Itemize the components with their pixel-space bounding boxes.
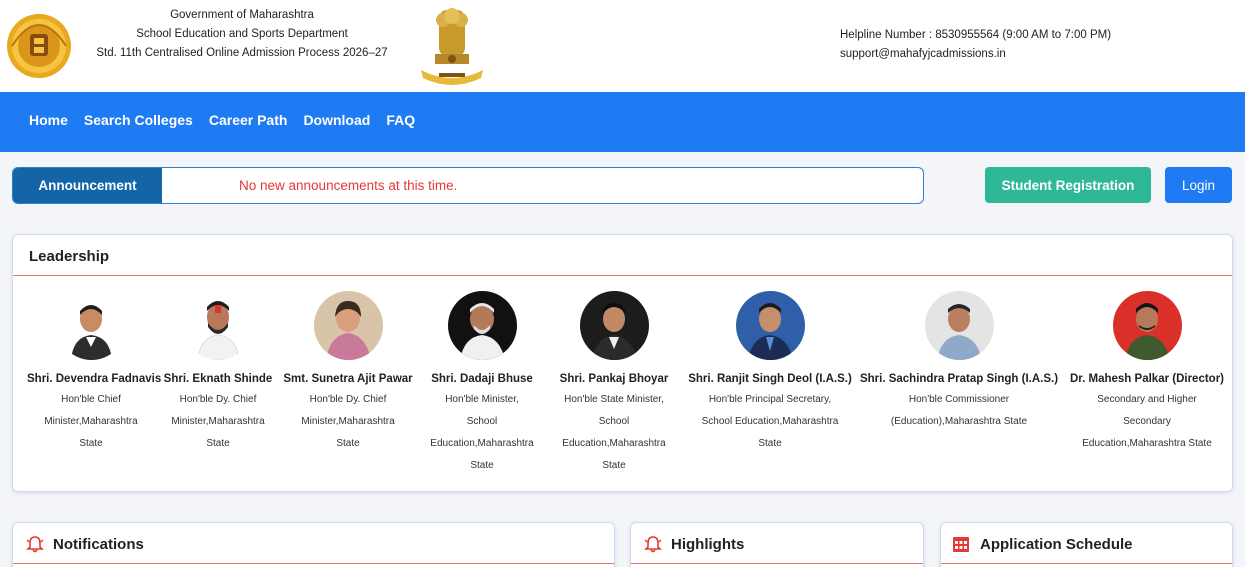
highlights-card: Highlights [630,522,924,567]
leader-name: Shri. Sachindra Pratap Singh (I.A.S.) [859,373,1059,385]
leader-role: Hon'ble Chief Minister,Maharashtra State [44,394,138,449]
application-schedule-card: Application Schedule [940,522,1233,567]
site-header: Government of Maharashtra School Educati… [0,0,1245,92]
highlights-title: Highlights [671,536,745,553]
divider [631,563,923,564]
avatar [313,291,383,360]
leader-name: Shri. Ranjit Singh Deol (I.A.S.) [688,373,852,385]
announcement-bar: Announcement No new announcements at thi… [12,167,924,204]
bell-icon [644,536,662,553]
leader-role: Hon'ble Dy. Chief Minister,Maharashtra S… [171,394,265,449]
leader-card: Smt. Sunetra Ajit Pawar Hon'ble Dy. Chie… [279,291,417,455]
leaders-list: Shri. Devendra Fadnavis Hon'ble Chief Mi… [13,291,1232,481]
leadership-title: Leadership [29,248,110,265]
leader-name: Shri. Devendra Fadnavis [27,373,162,385]
avatar [924,291,994,360]
avatar [447,291,517,360]
avatar [579,291,649,360]
divider [13,275,1232,276]
bell-icon [26,536,44,553]
leader-name: Smt. Sunetra Ajit Pawar [283,373,413,385]
leader-card: Shri. Devendra Fadnavis Hon'ble Chief Mi… [27,291,162,455]
calendar-icon [953,537,969,552]
government-title: Government of Maharashtra School Educati… [82,6,402,63]
main-navbar: Home Search Colleges Career Path Downloa… [0,92,1245,152]
leader-name: Shri. Eknath Shinde [163,373,273,385]
notifications-card: Notifications [12,522,615,567]
leader-card: Dr. Mahesh Palkar (Director) Secondary a… [1069,291,1225,455]
nav-home[interactable]: Home [29,112,68,128]
support-email[interactable]: support@mahafyjcadmissions.in [840,45,1111,64]
national-emblem-icon [421,8,483,85]
announcement-tag: Announcement [13,168,162,203]
leader-role: Hon'ble Principal Secretary, School Educ… [701,394,839,449]
nav-faq[interactable]: FAQ [386,112,415,128]
avatar [735,291,805,360]
divider [941,563,1232,564]
gov-line-2: School Education and Sports Department [136,28,348,40]
nav-search-colleges[interactable]: Search Colleges [84,112,193,128]
divider [13,563,614,564]
helpline-number: Helpline Number : 8530955564 (9:00 AM to… [840,29,1112,41]
leader-card: Shri. Eknath Shinde Hon'ble Dy. Chief Mi… [153,291,283,455]
maharashtra-emblem-icon [7,14,71,78]
leader-card: Shri. Ranjit Singh Deol (I.A.S.) Hon'ble… [685,291,855,455]
leader-role: Hon'ble Commissioner (Education),Maharas… [890,394,1028,427]
leader-role: Hon'ble Dy. Chief Minister,Maharashtra S… [301,394,395,449]
login-button[interactable]: Login [1165,167,1232,203]
nav-download[interactable]: Download [303,112,370,128]
leader-name: Dr. Mahesh Palkar (Director) [1069,373,1225,385]
leader-role: Hon'ble Minister, School Education,Mahar… [430,394,534,471]
gov-line-3: Std. 11th Centralised Online Admission P… [96,47,388,59]
avatar [1112,291,1182,360]
leader-card: Shri. Pankaj Bhoyar Hon'ble State Minist… [549,291,679,477]
leader-role: Secondary and Higher Secondary Education… [1082,394,1212,449]
leader-name: Shri. Dadaji Bhuse [431,373,533,385]
avatar [183,291,253,360]
avatar [56,291,126,360]
notifications-title: Notifications [53,536,144,553]
nav-career-path[interactable]: Career Path [209,112,288,128]
leader-name: Shri. Pankaj Bhoyar [559,373,669,385]
leader-card: Shri. Sachindra Pratap Singh (I.A.S.) Ho… [859,291,1059,433]
helpline-info: Helpline Number : 8530955564 (9:00 AM to… [840,26,1111,64]
leader-role: Hon'ble State Minister, School Education… [562,394,666,471]
announcement-text: No new announcements at this time. [239,178,458,193]
leader-card: Shri. Dadaji Bhuse Hon'ble Minister, Sch… [417,291,547,477]
student-registration-button[interactable]: Student Registration [985,167,1151,203]
leadership-card: Leadership Shri. Devendra Fadnavis Hon'b… [12,234,1233,492]
application-schedule-title: Application Schedule [980,536,1133,553]
gov-line-1: Government of Maharashtra [170,9,314,21]
